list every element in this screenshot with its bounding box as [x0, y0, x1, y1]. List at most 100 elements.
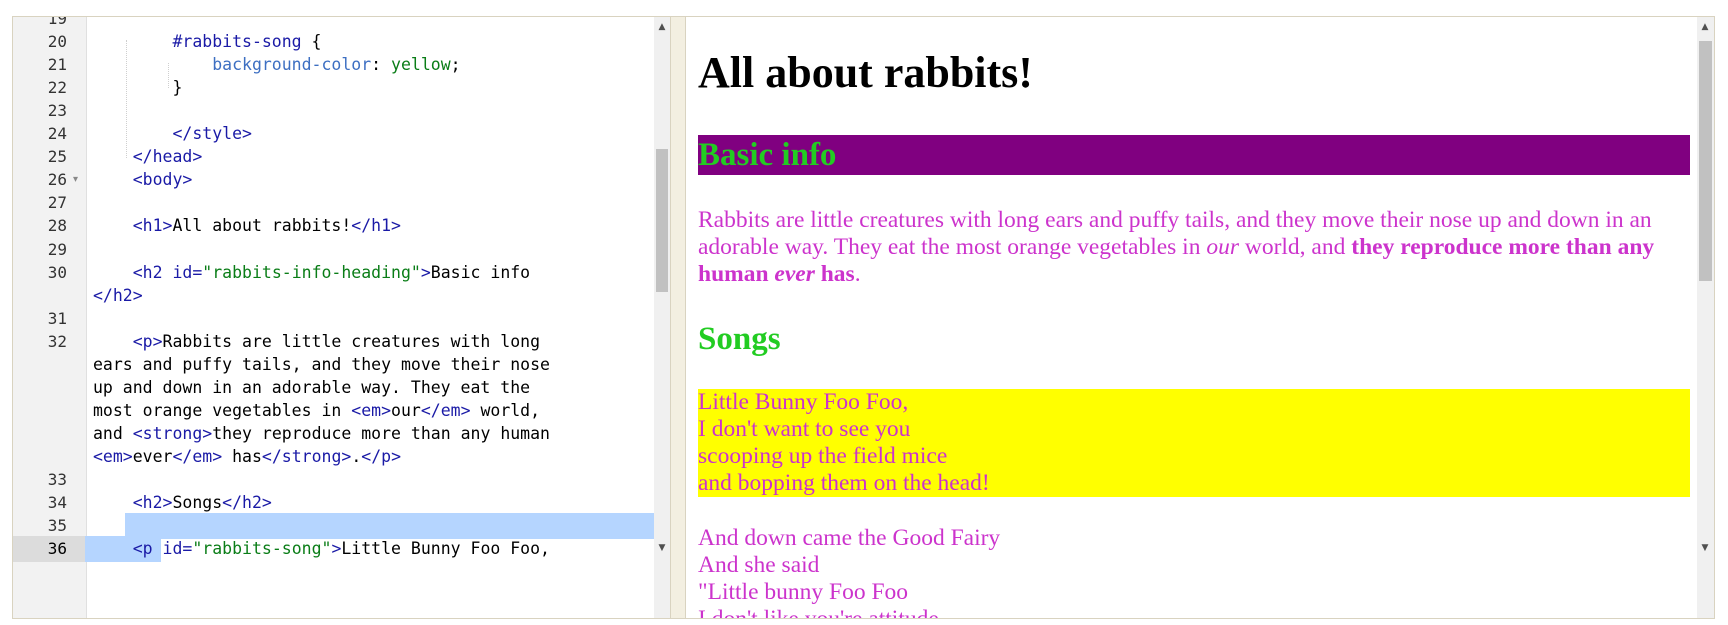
code-token: </em> — [420, 400, 471, 420]
code-line[interactable]: 20 #rabbits-song { — [13, 29, 654, 55]
preview-title: All about rabbits! — [698, 48, 1033, 97]
scroll-down-arrow-icon[interactable]: ▼ — [1697, 540, 1713, 556]
line-number: 35 — [47, 516, 67, 536]
code-token: > — [420, 262, 431, 282]
code-text: </style> — [93, 121, 653, 147]
code-text: <h1>All about rabbits!</h1> — [93, 213, 653, 239]
code-text: background-color: yellow; — [93, 52, 653, 78]
code-line[interactable]: up and down in an adorable way. They eat… — [13, 375, 654, 401]
code-text: } — [93, 75, 653, 101]
line-number: 27 — [47, 193, 67, 213]
code-line[interactable]: 23 — [13, 98, 654, 124]
code-token: #rabbits-song — [93, 32, 312, 52]
song-line: Little Bunny Foo Foo, — [698, 389, 909, 415]
code-line[interactable]: <em>ever</em> has</strong>.</p> — [13, 444, 654, 470]
code-token: yellow — [391, 55, 451, 75]
line-number: 29 — [47, 239, 67, 259]
code-token: { — [311, 32, 322, 52]
code-token: Little Bunny Foo Foo, — [341, 539, 550, 559]
code-token: our — [391, 400, 421, 420]
code-text: ears and puffy tails, and they move thei… — [93, 352, 653, 378]
para-text: world, and — [1238, 234, 1352, 260]
code-line[interactable]: 36 <p id="rabbits-song">Little Bunny Foo… — [13, 536, 654, 562]
code-text: #rabbits-song { — [93, 29, 653, 55]
para-em: our — [1206, 234, 1239, 260]
lyric-line: "Little bunny Foo Foo — [698, 579, 909, 605]
code-token: </style> — [93, 124, 252, 144]
code-line[interactable]: and <strong>they reproduce more than any… — [13, 421, 654, 447]
code-line[interactable]: 29 — [13, 237, 654, 263]
code-token: </h2> — [93, 285, 143, 305]
line-number: 21 — [47, 55, 67, 75]
scroll-down-arrow-icon[interactable]: ▼ — [654, 540, 670, 556]
line-number: 25 — [47, 147, 67, 167]
preview-song-block: Little Bunny Foo Foo, I don't want to se… — [698, 389, 1690, 497]
line-number: 36 — [47, 539, 67, 559]
code-text: and <strong>they reproduce more than any… — [93, 421, 653, 447]
code-token: <h2> — [93, 493, 173, 513]
line-number: 22 — [47, 78, 67, 98]
code-text: </head> — [93, 144, 653, 170]
line-number: 34 — [47, 493, 67, 513]
code-token: ears and puffy tails, and they move thei… — [93, 354, 550, 374]
code-line[interactable]: 31 — [13, 306, 654, 332]
code-token: has — [222, 446, 262, 466]
code-text: </h2> — [93, 283, 653, 309]
code-token: "rabbits-song" — [192, 539, 332, 559]
editor-vertical-scrollbar[interactable]: ▲ ▼ — [654, 17, 670, 618]
code-line[interactable]: most orange vegetables in <em>our</em> w… — [13, 398, 654, 424]
code-editor[interactable]: 19 20 #rabbits-song {21 background-color:… — [13, 17, 670, 618]
code-token: up and down in an adorable way. They eat… — [93, 377, 531, 397]
preview-scroll-thumb[interactable] — [1699, 41, 1712, 281]
code-line[interactable]: 27 — [13, 190, 654, 216]
code-line[interactable]: 24 </style> — [13, 121, 654, 147]
code-line[interactable]: 32 <p>Rabbits are little creatures with … — [13, 329, 654, 355]
code-line[interactable]: 28 <h1>All about rabbits!</h1> — [13, 213, 654, 239]
line-number: 33 — [47, 470, 67, 489]
code-token: </h1> — [351, 216, 401, 236]
line-number: 31 — [47, 308, 67, 328]
code-text: <p id="rabbits-song">Little Bunny Foo Fo… — [93, 536, 653, 562]
fold-arrow-icon[interactable]: ▾ — [73, 167, 78, 193]
editor-scroll-thumb[interactable] — [656, 149, 668, 292]
code-line[interactable]: 30 <h2 id="rabbits-info-heading">Basic i… — [13, 260, 654, 286]
line-number: 32 — [47, 331, 67, 351]
code-token: Songs — [172, 493, 223, 513]
scroll-up-arrow-icon[interactable]: ▲ — [654, 19, 670, 35]
code-token: <strong> — [132, 423, 213, 443]
code-text: up and down in an adorable way. They eat… — [93, 375, 653, 401]
code-token: background-color — [93, 55, 372, 75]
code-token: > — [331, 539, 342, 559]
song-line: and bopping them on the head! — [698, 470, 990, 496]
code-text: <em>ever</em> has</strong>.</p> — [93, 444, 653, 470]
song-line: scooping up the field mice — [698, 443, 948, 469]
line-number: 26 — [47, 170, 67, 190]
code-token: </strong> — [261, 446, 352, 466]
line-number: 23 — [47, 101, 67, 121]
code-line[interactable]: 25 </head> — [13, 144, 654, 170]
code-text: <body> — [93, 167, 653, 193]
preview-vertical-scrollbar[interactable]: ▲ ▼ — [1697, 17, 1714, 618]
code-line[interactable]: 35 — [13, 513, 654, 539]
code-lines[interactable]: 19 20 #rabbits-song {21 background-color:… — [13, 17, 654, 618]
pane-splitter[interactable] — [670, 17, 686, 618]
para-strong-text: has — [814, 261, 855, 287]
code-line[interactable]: 26 ▾ <body> — [13, 167, 654, 193]
preview-pane: All about rabbits! Basic info Rabbits ar… — [686, 17, 1714, 618]
code-line[interactable]: ears and puffy tails, and they move thei… — [13, 352, 654, 378]
code-token: <h2 — [93, 262, 173, 282]
code-line[interactable]: </h2> — [13, 283, 654, 309]
scroll-up-arrow-icon[interactable]: ▲ — [1697, 19, 1713, 35]
app-root: 19 20 #rabbits-song {21 background-color:… — [0, 0, 1728, 625]
code-line[interactable]: 34 <h2>Songs</h2> — [13, 490, 654, 516]
code-line[interactable]: 33 — [13, 467, 654, 493]
lyric-line: I don't like you're attitude — [698, 606, 1690, 618]
code-line[interactable]: 21 background-color: yellow; — [13, 52, 654, 78]
code-line[interactable]: 22 } — [13, 75, 654, 101]
code-token: <p> — [93, 331, 163, 351]
code-token: Basic info — [430, 262, 531, 282]
code-token: <h1> — [93, 216, 173, 236]
code-token: </head> — [93, 147, 203, 167]
code-token: most orange vegetables in — [93, 400, 352, 420]
para-strong-em: ever — [774, 261, 815, 287]
